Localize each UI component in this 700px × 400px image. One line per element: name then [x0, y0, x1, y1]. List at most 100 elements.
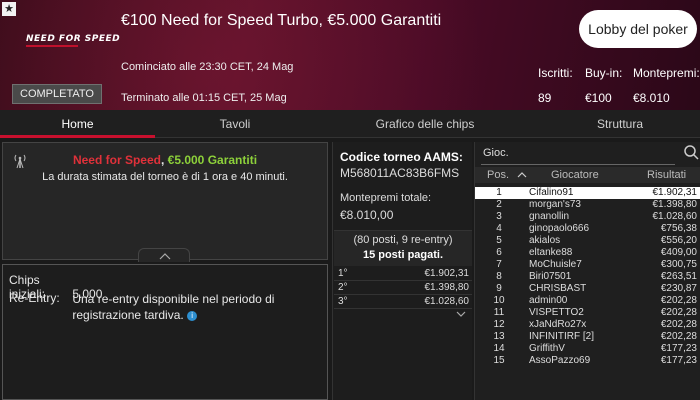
row-player-name: ginopaolo666 — [529, 223, 590, 234]
row-player-name: eltanke88 — [529, 247, 573, 258]
column-results[interactable]: Risultati — [647, 169, 686, 181]
row-position: 7 — [496, 259, 502, 270]
table-row[interactable]: 12 xJaNdRo27x €202,28 — [475, 319, 700, 331]
row-position: 15 — [493, 355, 505, 366]
payout-position: 3° — [338, 296, 348, 307]
row-player-name: Cifalino91 — [529, 187, 574, 198]
row-result: €202,28 — [660, 307, 697, 318]
stat-label: Iscritti: — [538, 66, 573, 80]
row-result: €177,23 — [660, 355, 697, 366]
row-player-name: admin00 — [529, 295, 568, 306]
chevron-up-icon — [159, 253, 171, 260]
table-row[interactable]: 3 gnanollin €1.028,60 — [475, 211, 700, 223]
row-position: 8 — [496, 271, 502, 282]
tab-chip-graph[interactable]: Grafico delle chips — [345, 110, 505, 138]
seats-summary: (80 posti, 9 re-entry) 15 posti pagati. — [334, 230, 472, 266]
tab-home[interactable]: Home — [0, 110, 155, 138]
payout-row: 3° €1.028,60 — [334, 295, 472, 309]
table-row[interactable]: 9 CHRISBAST €230,87 — [475, 283, 700, 295]
row-position: 4 — [496, 223, 502, 234]
search-icon[interactable] — [683, 144, 699, 160]
table-row[interactable]: 15 AssoPazzo69 €177,23 — [475, 355, 700, 367]
aams-code-label: Codice torneo AAMS: — [340, 150, 463, 164]
info-icon[interactable]: i — [187, 310, 198, 321]
table-row[interactable]: 11 VISPETTO2 €202,28 — [475, 307, 700, 319]
row-position: 6 — [496, 247, 502, 258]
row-player-name: MoChuisle7 — [529, 259, 582, 270]
tournament-details: Codice torneo AAMS: M568011AC83B6FMS Mon… — [332, 142, 472, 400]
news-title-sep: , — [160, 153, 168, 167]
row-player-name: xJaNdRo27x — [529, 319, 587, 330]
tournament-header: ★ NEED FOR SPEED €100 Need for Speed Tur… — [0, 0, 700, 110]
row-result: €230,87 — [660, 283, 697, 294]
row-position: 9 — [496, 283, 502, 294]
row-position: 5 — [496, 235, 502, 246]
start-time: Cominciato alle 23:30 CET, 24 Mag — [121, 61, 294, 73]
payout-position: 1° — [338, 268, 348, 279]
lobby-button[interactable]: Lobby del poker — [579, 10, 697, 48]
reentry-row: Re-Entry: Una re-entry disponibile nel p… — [9, 291, 323, 323]
chevron-down-icon[interactable] — [455, 310, 467, 318]
payout-row: 2° €1.398,80 — [334, 281, 472, 295]
stat-registered: Iscritti: 89 — [538, 66, 573, 105]
table-row[interactable]: 10 admin00 €202,28 — [475, 295, 700, 307]
payout-amount: €1.028,60 — [424, 296, 470, 307]
row-result: €300,75 — [660, 259, 697, 270]
tab-tables[interactable]: Tavoli — [155, 110, 315, 138]
column-player[interactable]: Giocatore — [551, 169, 599, 181]
row-player-name: morgan's73 — [529, 199, 581, 210]
tab-bar: Home Tavoli Grafico delle chips Struttur… — [0, 110, 700, 138]
news-description: La durata stimata del torneo è di 1 ora … — [42, 171, 288, 183]
news-title: Need for Speed, €5.000 Garantiti — [3, 153, 327, 167]
payout-amount: €1.902,31 — [424, 268, 470, 279]
table-row[interactable]: 1 Cifalino91 €1.902,31 — [475, 187, 700, 199]
row-result: €409,00 — [660, 247, 697, 258]
row-player-name: INFINITIRF [2] — [529, 331, 594, 342]
row-result: €202,28 — [660, 295, 697, 306]
row-position: 3 — [496, 211, 502, 222]
row-result: €556,20 — [660, 235, 697, 246]
stat-value: €8.010 — [633, 91, 670, 105]
row-result: €177,23 — [660, 343, 697, 354]
prize-total-value: €8.010,00 — [340, 208, 394, 222]
news-panel: Need for Speed, €5.000 Garantiti La dura… — [2, 142, 328, 260]
logo-text: NEED FOR SPEED — [26, 34, 121, 44]
table-row[interactable]: 5 akialos €556,20 — [475, 235, 700, 247]
table-row[interactable]: 4 ginopaolo666 €756,38 — [475, 223, 700, 235]
news-title-red: Need for Speed — [72, 153, 161, 167]
row-position: 1 — [496, 187, 502, 198]
stat-label: Buy-in: — [585, 66, 623, 80]
info-panel: Chips iniziali: 5.000 Re-Entry: Una re-e… — [2, 264, 328, 400]
prize-total-label: Montepremi totale: — [340, 192, 432, 204]
table-row[interactable]: 6 eltanke88 €409,00 — [475, 247, 700, 259]
reentry-label: Re-Entry: — [9, 291, 60, 305]
tab-structure[interactable]: Struttura — [540, 110, 700, 138]
status-badge: COMPLETATO — [12, 84, 102, 104]
tournament-title: €100 Need for Speed Turbo, €5.000 Garant… — [121, 12, 442, 29]
star-icon[interactable]: ★ — [2, 2, 16, 16]
column-position[interactable]: Pos. — [487, 169, 509, 181]
row-result: €202,28 — [660, 319, 697, 330]
aams-code-value: M568011AC83B6FMS — [340, 166, 460, 180]
player-search-input[interactable]: Gioc. — [483, 147, 509, 159]
stat-label: Montepremi: — [633, 66, 700, 80]
players-panel: Gioc. Pos. Giocatore Risultati 1 Cifalino… — [474, 142, 700, 400]
table-row[interactable]: 2 morgan's73 €1.398,80 — [475, 199, 700, 211]
row-position: 2 — [496, 199, 502, 210]
collapse-toggle[interactable] — [138, 248, 190, 262]
seats-entries: (80 posti, 9 re-entry) — [353, 234, 453, 246]
row-player-name: AssoPazzo69 — [529, 355, 591, 366]
table-row[interactable]: 13 INFINITIRF [2] €202,28 — [475, 331, 700, 343]
stat-value: 89 — [538, 91, 552, 105]
table-row[interactable]: 14 GriffithV €177,23 — [475, 343, 700, 355]
row-result: €1.902,31 — [652, 187, 698, 198]
reentry-value: Una re-entry disponibile nel periodo di … — [72, 291, 320, 323]
row-result: €1.028,60 — [652, 211, 698, 222]
payout-position: 2° — [338, 282, 348, 293]
row-player-name: akialos — [529, 235, 561, 246]
seats-paid: 15 posti pagati. — [362, 249, 444, 261]
row-position: 10 — [493, 295, 505, 306]
sort-asc-icon[interactable] — [517, 171, 527, 179]
table-row[interactable]: 8 Biri07501 €263,51 — [475, 271, 700, 283]
table-row[interactable]: 7 MoChuisle7 €300,75 — [475, 259, 700, 271]
